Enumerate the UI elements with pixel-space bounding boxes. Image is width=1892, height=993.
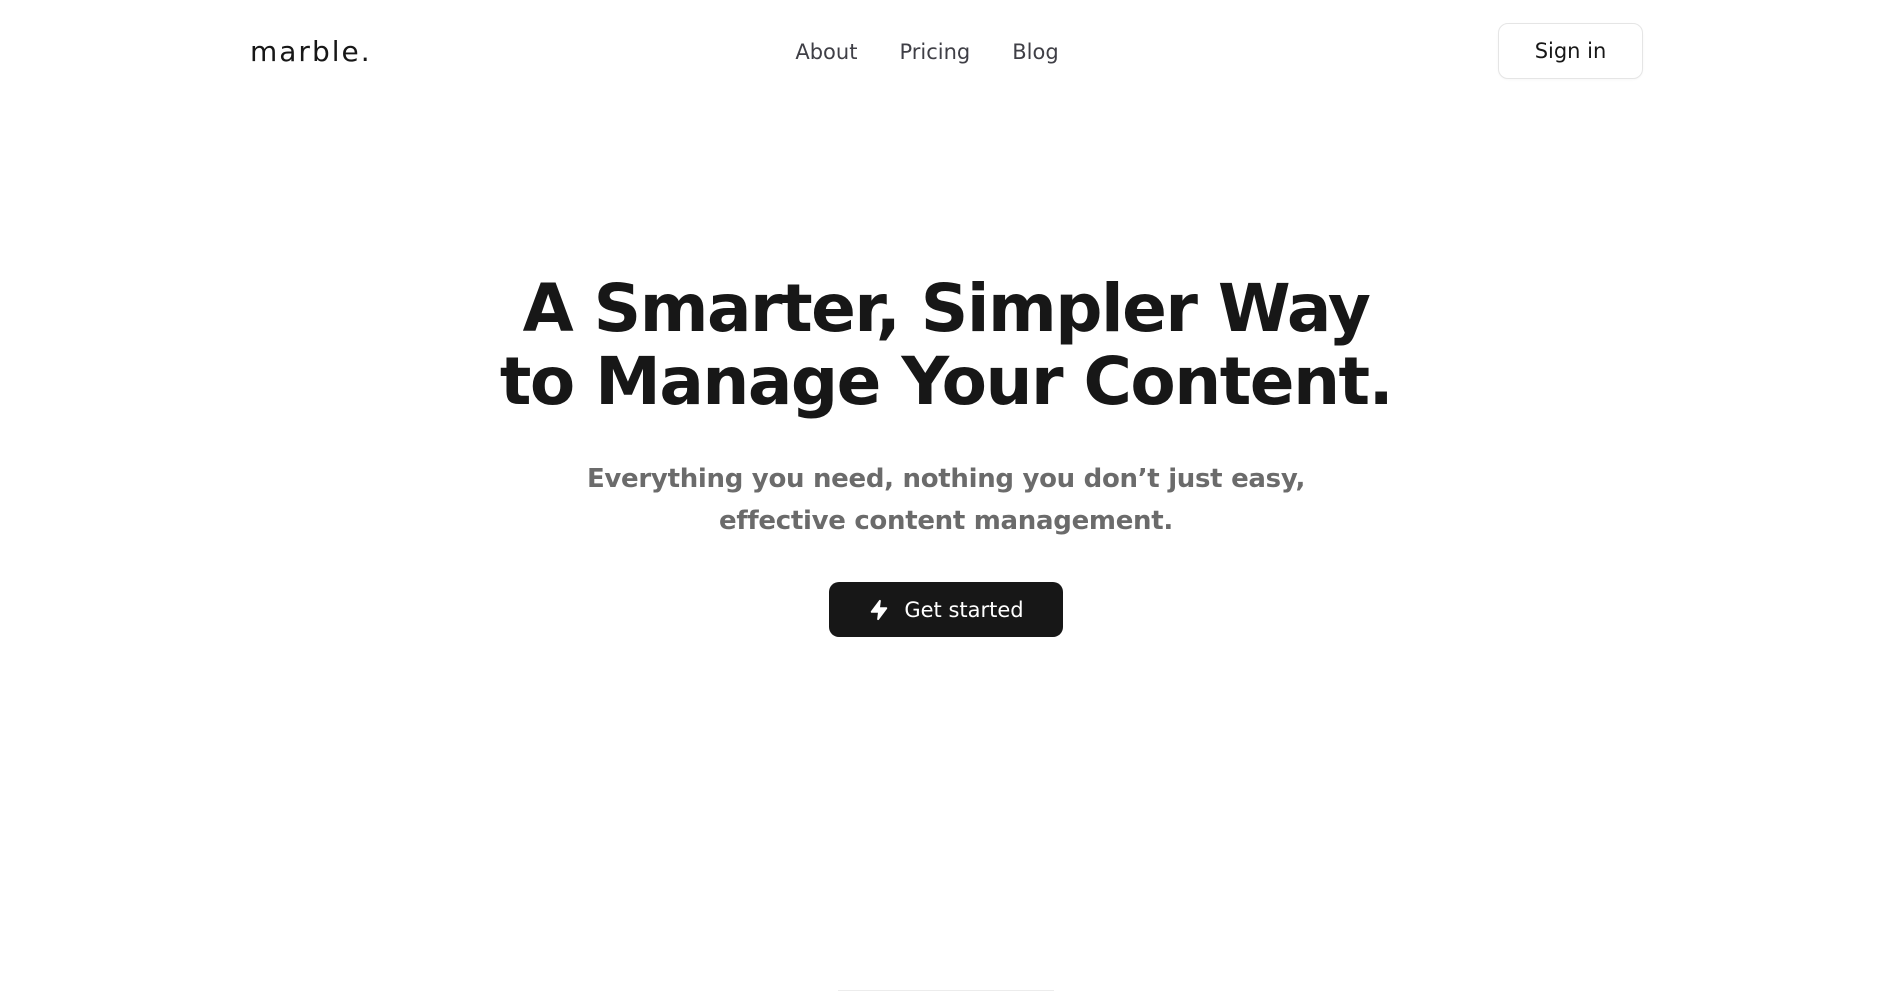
nav-link-blog[interactable]: Blog	[1012, 36, 1058, 68]
get-started-label: Get started	[904, 597, 1024, 622]
lightning-bolt-icon	[868, 599, 890, 621]
hero-title: A Smarter, Simpler Way to Manage Your Co…	[0, 272, 1892, 418]
divider	[838, 990, 1054, 991]
hero-title-line-1: A Smarter, Simpler Way	[522, 270, 1371, 347]
nav-link-about[interactable]: About	[795, 36, 857, 68]
hero-subtitle: Everything you need, nothing you don’t j…	[586, 464, 1306, 536]
hero-section: A Smarter, Simpler Way to Manage Your Co…	[0, 272, 1892, 637]
site-header: marble. About Pricing Blog Sign in	[0, 0, 1892, 104]
hero-title-line-2: to Manage Your Content.	[499, 343, 1394, 420]
sign-in-button[interactable]: Sign in	[1498, 23, 1643, 79]
landing-page: marble. About Pricing Blog Sign in A Sma…	[0, 0, 1892, 993]
nav-link-pricing[interactable]: Pricing	[899, 36, 970, 68]
get-started-button[interactable]: Get started	[829, 582, 1063, 637]
